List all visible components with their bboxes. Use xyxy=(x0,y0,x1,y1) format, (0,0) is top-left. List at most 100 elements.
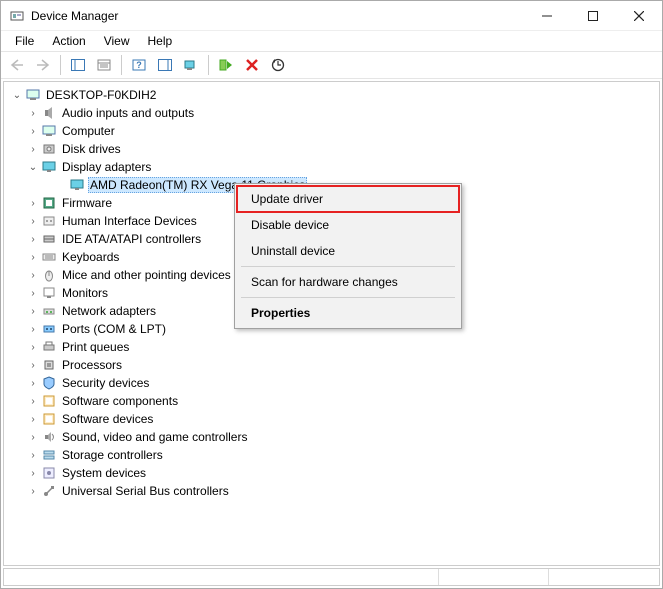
ctx-disable-device[interactable]: Disable device xyxy=(237,212,459,238)
tree-root[interactable]: ⌄ DESKTOP-F0KDIH2 xyxy=(4,86,659,104)
menubar: File Action View Help xyxy=(1,31,662,51)
expand-icon[interactable]: › xyxy=(26,234,40,245)
tree-category-label: Software devices xyxy=(60,411,155,427)
printer-icon xyxy=(41,339,57,355)
ctx-scan-hardware[interactable]: Scan for hardware changes xyxy=(237,269,459,295)
tree-category[interactable]: › Disk drives xyxy=(4,140,659,158)
disk-icon xyxy=(41,141,57,157)
maximize-button[interactable] xyxy=(570,1,616,31)
status-cell xyxy=(549,569,659,585)
tree-category-label: Print queues xyxy=(60,339,131,355)
scan-hardware-button[interactable] xyxy=(179,54,203,76)
close-button[interactable] xyxy=(616,1,662,31)
svg-text:?: ? xyxy=(136,60,142,70)
status-cell xyxy=(4,569,439,585)
tree-category-label: Firmware xyxy=(60,195,114,211)
tree-category-label: Disk drives xyxy=(60,141,123,157)
collapse-icon[interactable]: ⌄ xyxy=(26,162,40,173)
statusbar xyxy=(3,568,660,586)
tree-category-label: Monitors xyxy=(60,285,110,301)
expand-icon[interactable]: › xyxy=(26,414,40,425)
expand-icon[interactable]: › xyxy=(26,252,40,263)
expand-icon[interactable]: › xyxy=(26,468,40,479)
disable-device-button[interactable] xyxy=(240,54,264,76)
action-pane-button[interactable] xyxy=(153,54,177,76)
tree-category[interactable]: › Sound, video and game controllers xyxy=(4,428,659,446)
context-menu: Update driver Disable device Uninstall d… xyxy=(234,183,462,329)
expand-icon[interactable]: › xyxy=(26,306,40,317)
usb-icon xyxy=(41,483,57,499)
expand-icon[interactable]: › xyxy=(26,360,40,371)
tree-category-label: Processors xyxy=(60,357,124,373)
ctx-update-driver[interactable]: Update driver xyxy=(237,186,459,212)
tree-category[interactable]: › Software devices xyxy=(4,410,659,428)
menu-file[interactable]: File xyxy=(7,32,42,50)
update-driver-button[interactable] xyxy=(266,54,290,76)
keyboard-icon xyxy=(41,249,57,265)
tree-category[interactable]: ⌄ Display adapters xyxy=(4,158,659,176)
tree-category-label: Human Interface Devices xyxy=(60,213,199,229)
back-button[interactable] xyxy=(5,54,29,76)
properties-button[interactable] xyxy=(92,54,116,76)
expand-icon[interactable]: › xyxy=(26,288,40,299)
tree-category-label: System devices xyxy=(60,465,148,481)
tree-category[interactable]: ›Software components xyxy=(4,392,659,410)
tree-category-label: Sound, video and game controllers xyxy=(60,429,249,445)
tree-category[interactable]: ›Universal Serial Bus controllers xyxy=(4,482,659,500)
status-cell xyxy=(439,569,549,585)
speaker-icon xyxy=(41,105,57,121)
sound-icon xyxy=(41,429,57,445)
tree-category-label: Keyboards xyxy=(60,249,121,265)
expand-icon[interactable]: › xyxy=(26,198,40,209)
show-hide-console-button[interactable] xyxy=(66,54,90,76)
tree-category[interactable]: › Computer xyxy=(4,122,659,140)
expand-icon[interactable]: › xyxy=(26,432,40,443)
menu-action[interactable]: Action xyxy=(44,32,93,50)
computer-icon xyxy=(25,87,41,103)
help-button[interactable]: ? xyxy=(127,54,151,76)
expand-icon[interactable]: › xyxy=(26,396,40,407)
toolbar-separator xyxy=(121,55,122,75)
expand-icon[interactable]: › xyxy=(26,108,40,119)
menu-help[interactable]: Help xyxy=(140,32,181,50)
tree-category[interactable]: › Storage controllers xyxy=(4,446,659,464)
menu-view[interactable]: View xyxy=(96,32,138,50)
tree-category-label: Display adapters xyxy=(60,159,153,175)
software-icon xyxy=(41,393,57,409)
expand-icon[interactable]: › xyxy=(26,216,40,227)
cpu-icon xyxy=(41,357,57,373)
expand-icon[interactable]: › xyxy=(26,126,40,137)
forward-button[interactable] xyxy=(31,54,55,76)
minimize-button[interactable] xyxy=(524,1,570,31)
toolbar-separator xyxy=(60,55,61,75)
expand-icon[interactable]: › xyxy=(26,270,40,281)
tree-category[interactable]: › Processors xyxy=(4,356,659,374)
tree-category[interactable]: ›Security devices xyxy=(4,374,659,392)
ctx-uninstall-device[interactable]: Uninstall device xyxy=(237,238,459,264)
tree-category[interactable]: › System devices xyxy=(4,464,659,482)
system-icon xyxy=(41,465,57,481)
collapse-icon[interactable]: ⌄ xyxy=(10,90,24,101)
display-icon xyxy=(69,177,85,193)
tree-category-label: Storage controllers xyxy=(60,447,165,463)
tree-category-label: Ports (COM & LPT) xyxy=(60,321,168,337)
firmware-icon xyxy=(41,195,57,211)
tree-category-label: Network adapters xyxy=(60,303,158,319)
tree-category-label: Audio inputs and outputs xyxy=(60,105,196,121)
enable-device-button[interactable] xyxy=(214,54,238,76)
network-icon xyxy=(41,303,57,319)
ctx-separator xyxy=(241,266,455,267)
expand-icon[interactable]: › xyxy=(26,486,40,497)
tree-category[interactable]: › Print queues xyxy=(4,338,659,356)
expand-icon[interactable]: › xyxy=(26,378,40,389)
expand-icon[interactable]: › xyxy=(26,342,40,353)
ctx-properties[interactable]: Properties xyxy=(237,300,459,326)
titlebar: Device Manager xyxy=(1,1,662,31)
tree-category[interactable]: › Audio inputs and outputs xyxy=(4,104,659,122)
expand-icon[interactable]: › xyxy=(26,144,40,155)
port-icon xyxy=(41,321,57,337)
storage-icon xyxy=(41,447,57,463)
expand-icon[interactable]: › xyxy=(26,450,40,461)
tree-category-label: Computer xyxy=(60,123,117,139)
expand-icon[interactable]: › xyxy=(26,324,40,335)
